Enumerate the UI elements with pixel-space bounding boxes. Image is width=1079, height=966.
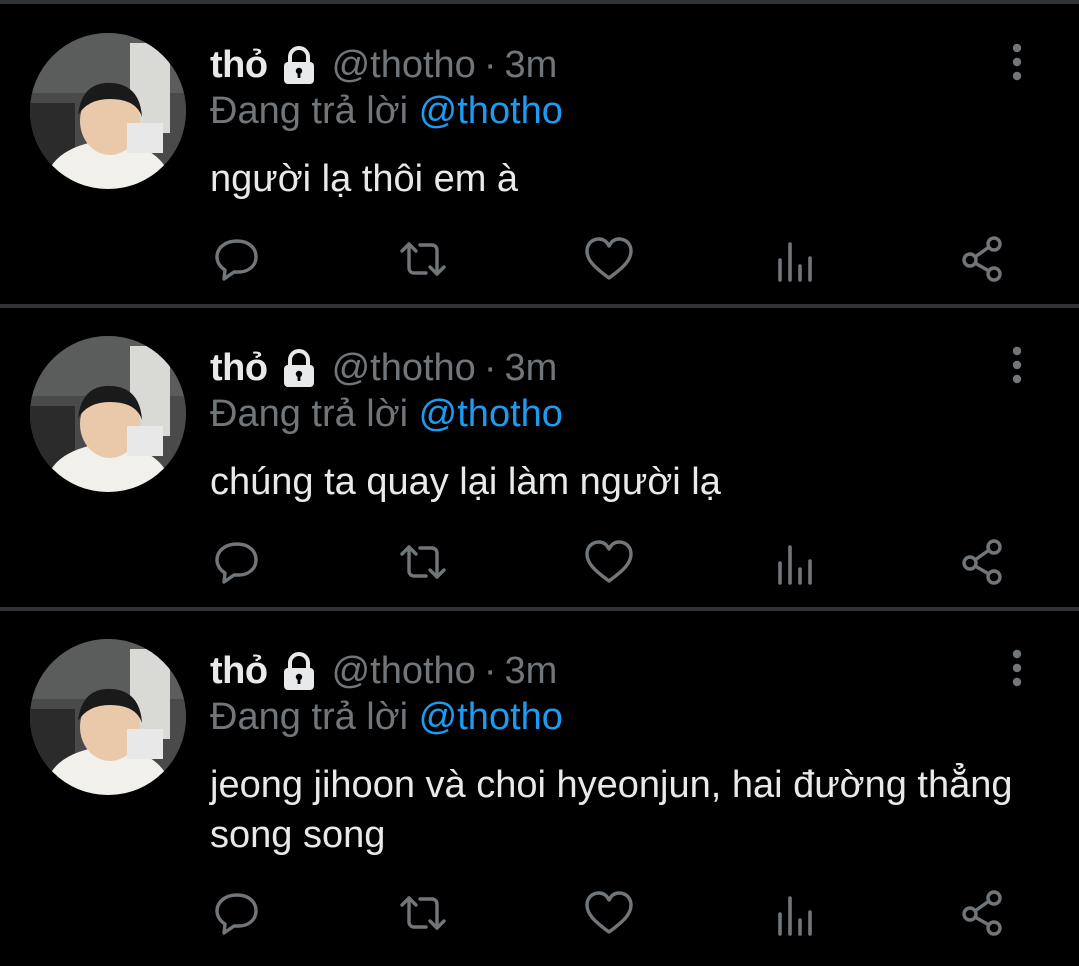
share-icon[interactable] [958,537,1008,587]
more-vertical-icon[interactable] [1003,648,1031,690]
tweet[interactable]: thỏ @thotho · 3m Đang trả lời @th [0,4,1079,308]
tweet-text: chúng ta quay lại làm người lạ [210,461,721,503]
heart-icon[interactable] [584,888,634,938]
heart-icon[interactable] [584,234,634,284]
display-name[interactable]: thỏ [210,347,268,390]
separator-dot: · [483,346,497,389]
tweet-header: thỏ @thotho · 3m [210,646,557,696]
more-vertical-icon[interactable] [1003,42,1031,84]
analytics-bars-icon[interactable] [772,888,822,938]
user-handle[interactable]: @thotho [332,44,476,87]
avatar[interactable] [30,639,186,795]
lock-icon [278,347,320,389]
reply-icon[interactable] [212,888,262,938]
tweet-text: jeong jihoon và choi hyeonjun, hai đường… [210,764,1013,856]
timestamp[interactable]: 3m [504,650,557,693]
timestamp[interactable]: 3m [504,44,557,87]
replying-to-line: Đang trả lời @thotho [210,90,563,133]
timestamp[interactable]: 3m [504,347,557,390]
replying-to-line: Đang trả lời @thotho [210,696,563,739]
more-vertical-icon[interactable] [1003,345,1031,387]
reply-icon[interactable] [212,234,262,284]
share-icon[interactable] [958,234,1008,284]
replying-to-label: Đang trả lời [210,696,409,738]
retweet-icon[interactable] [398,234,448,284]
retweet-icon[interactable] [398,888,448,938]
tweet-header: thỏ @thotho · 3m [210,40,557,90]
action-bar [0,234,1079,284]
action-bar [0,537,1079,587]
display-name[interactable]: thỏ [210,650,268,693]
analytics-bars-icon[interactable] [772,234,822,284]
heart-icon[interactable] [584,537,634,587]
mention-link[interactable]: @thotho [419,90,563,132]
mention-link[interactable]: @thotho [419,696,563,738]
lock-icon [278,650,320,692]
replying-to-label: Đang trả lời [210,90,409,132]
lock-icon [278,44,320,86]
reply-icon[interactable] [212,537,262,587]
tweet[interactable]: thỏ @thotho · 3m Đang trả lời @th [0,307,1079,611]
action-bar [0,888,1079,938]
tweet-header: thỏ @thotho · 3m [210,343,557,393]
retweet-icon[interactable] [398,537,448,587]
avatar[interactable] [30,336,186,492]
separator-dot: · [483,43,497,86]
analytics-bars-icon[interactable] [772,537,822,587]
tweet-text: người lạ thôi em à [210,158,519,200]
replying-to-line: Đang trả lời @thotho [210,393,563,436]
replying-to-label: Đang trả lời [210,393,409,435]
reply-thread: thỏ @thotho · 3m Đang trả lời @thotho ng… [0,0,1079,966]
display-name[interactable]: thỏ [210,44,268,87]
share-icon[interactable] [958,888,1008,938]
user-handle[interactable]: @thotho [332,650,476,693]
mention-link[interactable]: @thotho [419,393,563,435]
tweet[interactable]: thỏ @thotho · 3m Đang trả lời @th [0,610,1079,966]
avatar[interactable] [30,33,186,189]
separator-dot: · [483,649,497,692]
user-handle[interactable]: @thotho [332,347,476,390]
